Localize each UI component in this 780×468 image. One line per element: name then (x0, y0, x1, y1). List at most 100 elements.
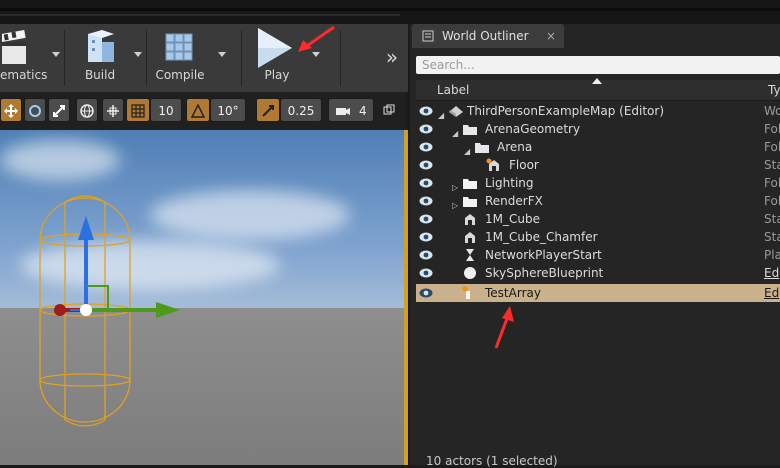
rotation-snap-value: 10° (217, 104, 239, 118)
camera-speed-dropdown[interactable]: 4 (328, 98, 374, 122)
eye-icon[interactable] (419, 178, 433, 188)
camera-icon (336, 108, 350, 115)
outliner-column-header: Label Ty (416, 78, 780, 101)
annotation-arrow-play (298, 25, 335, 52)
cinematics-dropdown-caret[interactable] (52, 52, 60, 57)
build-icon (88, 30, 114, 62)
outliner-row[interactable]: NetworkPlayerStart Pla (416, 246, 780, 264)
scale-snap-icon (262, 105, 274, 117)
folder-open-icon (475, 143, 489, 153)
outliner-row[interactable]: ▷ RenderFX Fol (416, 192, 780, 210)
compile-button[interactable]: Compile (150, 24, 210, 92)
cinematics-button[interactable]: ematics (0, 24, 48, 92)
world-outliner-title: World Outliner (442, 29, 529, 43)
rotation-snap-toggle[interactable] (186, 98, 210, 122)
row-type-link[interactable]: Ed (764, 264, 780, 282)
maximize-viewport-button[interactable] (380, 98, 398, 122)
annotation-arrow-testarray (494, 306, 514, 349)
grid-snap-toggle[interactable] (126, 98, 150, 122)
outliner-row[interactable]: 1M_Cube_Chamfer Sta (416, 228, 780, 246)
grid-size-value: 10 (158, 104, 174, 118)
world-local-toggle[interactable] (76, 98, 98, 122)
compile-label: Compile (155, 68, 205, 82)
row-type: Sta (764, 158, 780, 172)
row-label: RenderFX (485, 194, 543, 208)
translate-icon (4, 104, 18, 118)
compile-dropdown-caret[interactable] (218, 52, 226, 57)
scale-snap-toggle[interactable] (256, 98, 280, 122)
actor-icon (462, 286, 470, 299)
outliner-row[interactable]: ▷ Lighting Fol (416, 174, 780, 192)
row-label: ThirdPersonExampleMap (Editor) (467, 104, 665, 118)
camera-speed-value: 4 (359, 104, 367, 118)
row-label: SkySphereBlueprint (485, 266, 604, 280)
selected-actor-gizmo[interactable] (0, 130, 404, 465)
eye-icon[interactable] (419, 250, 433, 260)
build-label: Build (84, 68, 116, 82)
outliner-row[interactable]: 1M_Cube Sta (416, 210, 780, 228)
world-outliner-tab[interactable]: World Outliner × (412, 24, 564, 48)
compile-icon (165, 33, 193, 61)
scale-snap-value: 0.25 (287, 104, 315, 118)
eye-icon[interactable] (419, 124, 433, 134)
row-type: Sta (764, 212, 780, 226)
close-icon[interactable]: × (546, 24, 556, 48)
static-mesh-icon (486, 158, 499, 171)
angle-icon (190, 103, 206, 118)
toolbar-overflow-button[interactable]: » (380, 24, 404, 92)
label-column-header[interactable]: Label (437, 80, 469, 100)
scale-icon (53, 105, 65, 117)
outliner-row[interactable]: ◢ ArenaGeometry Fol (416, 120, 780, 138)
scale-snap-dropdown[interactable]: 0.25 (280, 98, 322, 122)
outliner-row[interactable]: SkySphereBlueprint Ed (416, 264, 780, 282)
toolbar-separator (64, 30, 65, 86)
translate-mode-button[interactable] (0, 98, 22, 122)
row-label: Arena (497, 140, 533, 154)
world-outliner-panel: World Outliner × Search... Label Ty ◢ Th… (410, 24, 780, 468)
type-column-header[interactable]: Ty (768, 80, 780, 100)
eye-icon[interactable] (419, 232, 433, 242)
build-dropdown-caret[interactable] (134, 52, 142, 57)
restore-icon (383, 104, 395, 115)
eye-icon[interactable] (419, 268, 433, 278)
outliner-row-selected[interactable]: TestArray Ed (416, 284, 780, 302)
row-type: Sta (764, 230, 780, 244)
outliner-search-input[interactable]: Search... (416, 56, 780, 74)
viewport-toolbar: 10 10° 0.25 4 (0, 92, 406, 130)
eye-icon[interactable] (419, 142, 433, 152)
globe-icon (80, 104, 94, 118)
surface-snap-icon (107, 105, 119, 117)
row-label: Floor (509, 158, 539, 172)
folder-icon (463, 179, 477, 189)
level-viewport[interactable] (0, 130, 408, 465)
overflow-chevron-icon: » (385, 45, 399, 69)
grid-size-dropdown[interactable]: 10 (150, 98, 182, 122)
eye-icon[interactable] (419, 106, 433, 116)
surface-snap-button[interactable] (102, 98, 124, 122)
eye-icon[interactable] (419, 196, 433, 206)
cinematics-label: ematics (0, 68, 48, 82)
row-type: Fol (764, 176, 780, 190)
outliner-icon (422, 30, 434, 42)
row-type: Fol (764, 140, 780, 154)
sort-ascending-icon (592, 78, 602, 84)
rotation-snap-dropdown[interactable]: 10° (210, 98, 246, 122)
build-button[interactable]: Build (70, 24, 130, 92)
main-toolbar: ematics Build Compile Play » (0, 24, 408, 93)
outliner-row[interactable]: ◢ ThirdPersonExampleMap (Editor) Wo (416, 102, 780, 120)
play-label: Play (264, 68, 290, 82)
scale-mode-button[interactable] (48, 98, 70, 122)
top-divider (0, 8, 780, 11)
eye-icon[interactable] (419, 160, 433, 170)
folder-icon (463, 197, 477, 207)
row-type-link[interactable]: Ed (764, 284, 780, 302)
eye-icon[interactable] (419, 288, 433, 298)
row-type: Fol (764, 122, 780, 136)
rotate-mode-button[interactable] (24, 98, 46, 122)
toolbar-separator (146, 30, 147, 86)
row-label: 1M_Cube (485, 212, 540, 226)
rotate-icon (29, 105, 41, 117)
outliner-row[interactable]: ◢ Arena Fol (416, 138, 780, 156)
outliner-row[interactable]: Floor Sta (416, 156, 780, 174)
eye-icon[interactable] (419, 214, 433, 224)
